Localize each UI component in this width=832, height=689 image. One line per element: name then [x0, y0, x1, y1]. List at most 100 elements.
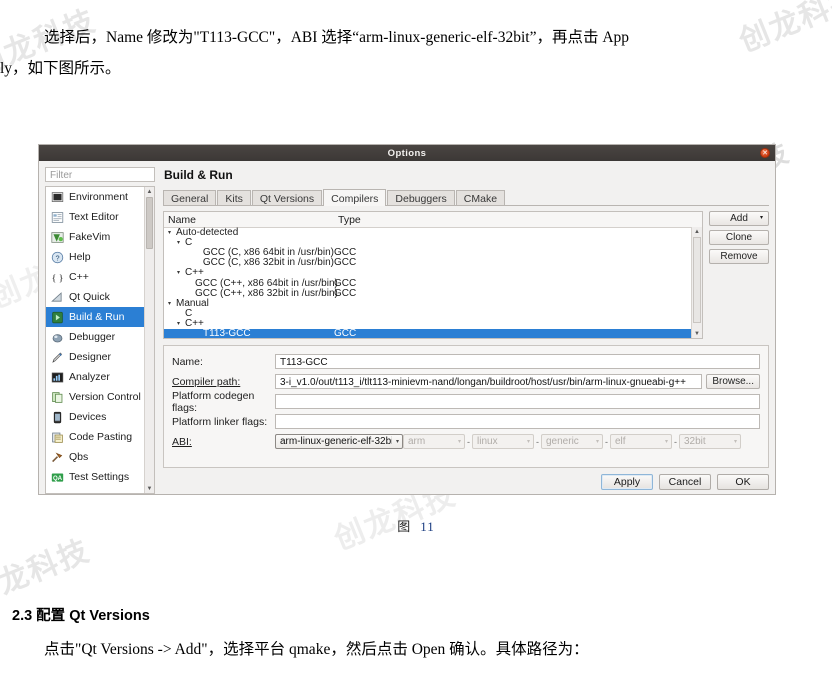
test-settings-icon: QA — [51, 471, 64, 484]
chevron-down-icon: ▾ — [526, 439, 530, 445]
sidebar-item-help[interactable]: ? Help — [46, 247, 154, 267]
figure-caption-label: 图 — [397, 519, 411, 534]
tab-general[interactable]: General — [163, 190, 217, 205]
cancel-button[interactable]: Cancel — [659, 474, 711, 490]
abi-part-select-elf: elf ▾ — [610, 434, 672, 449]
scroll-up-icon[interactable]: ▲ — [692, 227, 702, 236]
remove-button[interactable]: Remove — [709, 249, 769, 264]
tab-compilers[interactable]: Compilers — [323, 189, 387, 206]
sidebar-item-label: Devices — [69, 411, 107, 423]
sidebar-item-designer[interactable]: Designer — [46, 347, 154, 367]
table-row[interactable]: ▾ C++ — [164, 318, 692, 329]
compiler-path-input[interactable]: 3-i_v1.0/out/t113_i/tlt113-minievm-nand/… — [275, 374, 703, 389]
abi-separator: - — [605, 436, 608, 447]
tree-node-name-cell: T113-GCC — [164, 328, 334, 339]
abi-separator: - — [467, 436, 470, 447]
abi-select[interactable]: arm-linux-generic-elf-32bit ▾ — [275, 434, 403, 449]
category-panel: Filter Environment Text Editor FakeVim? Hel… — [45, 167, 155, 494]
name-input[interactable]: T113-GCC — [275, 354, 760, 369]
tree-scrollbar[interactable]: ▲ ▼ — [691, 227, 702, 338]
chevron-down-icon: ▾ — [395, 439, 399, 445]
dialog-titlebar[interactable]: Options ✕ — [39, 145, 775, 161]
sidebar-item-version-control[interactable]: Version Control — [46, 387, 154, 407]
close-icon[interactable]: ✕ — [760, 148, 770, 158]
analyzer-icon — [51, 371, 64, 384]
scrollbar-thumb[interactable] — [693, 237, 701, 323]
sidebar-item-qbs[interactable]: Qbs — [46, 447, 154, 467]
sidebar-item-label: Help — [69, 251, 91, 263]
add-button[interactable]: Add ▾ — [709, 211, 769, 226]
dialog-title: Options — [387, 147, 427, 159]
tree-node-label: T113-GCC — [203, 328, 251, 339]
chevron-down-icon[interactable]: ▾ — [168, 229, 176, 236]
scroll-down-icon[interactable]: ▼ — [692, 329, 702, 338]
table-row[interactable]: GCC (C++, x86 64bit in /usr/bin) GCC — [164, 278, 692, 289]
sidebar-item-devices[interactable]: Devices — [46, 407, 154, 427]
browse-button[interactable]: Browse... — [706, 374, 760, 389]
clone-button[interactable]: Clone — [709, 230, 769, 245]
category-scrollbar[interactable]: ▲ ▼ — [144, 187, 154, 493]
scroll-up-icon[interactable]: ▲ — [145, 187, 154, 196]
chevron-down-icon[interactable]: ▾ — [760, 212, 763, 225]
table-row[interactable]: GCC (C, x86 64bit in /usr/bin) GCC — [164, 247, 692, 258]
chevron-down-icon[interactable]: ▾ — [177, 269, 185, 276]
table-row[interactable]: T113-GCC GCC — [164, 328, 692, 339]
chevron-down-icon[interactable]: ▾ — [177, 320, 185, 327]
scrollbar-thumb[interactable] — [146, 197, 153, 249]
sidebar-item-build-run[interactable]: Build & Run — [46, 307, 154, 327]
dialog-body: Filter Environment Text Editor FakeVim? Hel… — [39, 161, 775, 494]
sidebar-item-analyzer[interactable]: Analyzer — [46, 367, 154, 387]
tab-qt-versions[interactable]: Qt Versions — [251, 190, 323, 205]
scroll-down-icon[interactable]: ▼ — [145, 484, 154, 493]
chevron-down-icon[interactable]: ▾ — [177, 239, 185, 246]
sidebar-item-test-settings[interactable]: QA Test Settings — [46, 467, 154, 487]
section-paragraph: 点击"Qt Versions -> Add"，选择平台 qmake，然后点击 O… — [0, 634, 800, 665]
svg-text:{ }: { } — [52, 272, 64, 283]
column-header-name[interactable]: Name — [164, 214, 338, 226]
sidebar-item-label: Qbs — [69, 451, 89, 463]
sidebar-item-c[interactable]: { } C++ — [46, 267, 154, 287]
table-row[interactable]: GCC (C, x86 32bit in /usr/bin) GCC — [164, 257, 692, 268]
abi-separator: - — [536, 436, 539, 447]
category-list[interactable]: Environment Text Editor FakeVim? Help { } C++… — [45, 186, 155, 494]
intro-paragraph-line-1: 选择后，Name 修改为"T113-GCC"，ABI 选择“arm-linux-… — [44, 29, 630, 46]
sidebar-item-qt-quick[interactable]: Qt Quick — [46, 287, 154, 307]
table-row[interactable]: ▾ Auto-detected — [164, 227, 692, 238]
tab-strip: General Kits Qt Versions Compilers Debuggers… — [163, 188, 769, 206]
compilers-row: Name Type ▾ Auto-detected ▾ C GCC (C, x86 64… — [163, 211, 769, 339]
filter-input[interactable]: Filter — [45, 167, 155, 182]
section-paragraph-text: 点击"Qt Versions -> Add"，选择平台 qmake，然后点击 O… — [44, 641, 589, 658]
codegen-flags-row: Platform codegen flags: — [172, 390, 760, 414]
compilers-tree[interactable]: Name Type ▾ Auto-detected ▾ C GCC (C, x86 64… — [163, 211, 703, 339]
codegen-flags-input[interactable] — [275, 394, 760, 409]
column-header-type[interactable]: Type — [338, 214, 702, 226]
tab-cmake[interactable]: CMake — [455, 190, 506, 205]
version-control-icon — [51, 391, 64, 404]
linker-flags-input[interactable] — [275, 414, 760, 429]
sidebar-item-text-editor[interactable]: Text Editor — [46, 207, 154, 227]
cpp-icon: { } — [51, 271, 64, 284]
sidebar-item-debugger[interactable]: Debugger — [46, 327, 154, 347]
table-row[interactable]: ▾ C++ — [164, 267, 692, 278]
sidebar-item-fakevim[interactable]: FakeVim — [46, 227, 154, 247]
settings-panel: Build & Run General Kits Qt Versions Compil… — [155, 167, 769, 494]
apply-button[interactable]: Apply — [601, 474, 653, 490]
build-run-icon — [51, 311, 64, 324]
abi-part-value: generic — [546, 436, 579, 447]
chevron-down-icon[interactable]: ▾ — [168, 300, 176, 307]
tab-kits[interactable]: Kits — [217, 190, 251, 205]
options-dialog: Options ✕ Filter Environment Text Editor F… — [38, 144, 776, 495]
sidebar-item-environment[interactable]: Environment — [46, 187, 154, 207]
codegen-flags-label: Platform codegen flags: — [172, 389, 255, 414]
table-row[interactable]: GCC (C++, x86 32bit in /usr/bin) GCC — [164, 288, 692, 299]
table-row[interactable]: ▾ Manual — [164, 298, 692, 309]
help-icon: ? — [51, 251, 64, 264]
tab-debuggers[interactable]: Debuggers — [387, 190, 455, 205]
table-row[interactable]: C — [164, 308, 692, 319]
chevron-down-icon: ▾ — [733, 439, 737, 445]
chevron-down-icon: ▾ — [664, 439, 668, 445]
sidebar-item-code-pasting[interactable]: Code Pasting — [46, 427, 154, 447]
ok-button[interactable]: OK — [717, 474, 769, 490]
table-row[interactable]: ▾ C — [164, 237, 692, 248]
dialog-footer: Apply Cancel OK — [163, 468, 769, 494]
